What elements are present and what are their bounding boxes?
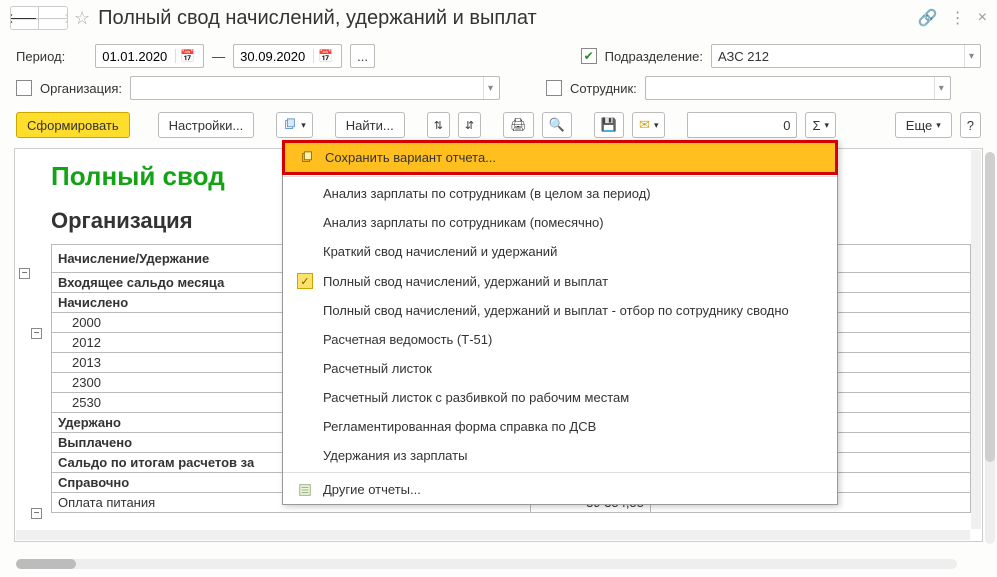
sigma-icon: Σ xyxy=(812,118,820,133)
forward-button[interactable]: 🡒 xyxy=(39,7,67,29)
sum-input[interactable]: 0 xyxy=(687,112,797,138)
preview-icon: 🔍 xyxy=(549,117,565,133)
period-picker-button[interactable]: ... xyxy=(350,44,375,68)
check-icon: ✓ xyxy=(297,273,313,289)
calendar-icon[interactable]: 📅 xyxy=(175,49,199,63)
copy-icon xyxy=(300,151,314,165)
variant-dropdown: Сохранить вариант отчета... Анализ зарпл… xyxy=(282,140,838,505)
expand-icon: ⇅ xyxy=(434,119,443,132)
employee-combo[interactable]: ▾ xyxy=(645,76,951,100)
division-combo[interactable]: АЗС 212 ▾ xyxy=(711,44,981,68)
kebab-icon[interactable]: ⋮ xyxy=(950,8,966,28)
date-from-field[interactable]: 📅 xyxy=(95,44,204,68)
calendar-icon[interactable]: 📅 xyxy=(313,49,337,63)
date-from-input[interactable] xyxy=(100,47,175,66)
scrollbar-thumb[interactable] xyxy=(16,559,76,569)
report-icon xyxy=(298,483,312,497)
menu-separator xyxy=(283,472,837,473)
menu-item-report-variant[interactable]: Полный свод начислений, удержаний и выпл… xyxy=(283,296,837,325)
menu-item-label: Расчетная ведомость (Т-51) xyxy=(323,332,823,347)
more-button[interactable]: Еще ▾ xyxy=(895,112,952,138)
email-button[interactable]: ✉ ▾ xyxy=(632,112,665,138)
menu-item-report-variant[interactable]: ✓ Полный свод начислений, удержаний и вып… xyxy=(283,266,837,296)
help-button[interactable]: ? xyxy=(960,112,981,138)
collapse-button[interactable]: ⇵ xyxy=(458,112,481,138)
menu-item-label: Регламентированная форма справка по ДСВ xyxy=(323,419,823,434)
horizontal-scrollbar[interactable] xyxy=(16,559,957,569)
filter-row-1: Период: 📅 — 📅 ... ✔ Подразделение: АЗС 2… xyxy=(0,40,997,72)
find-button[interactable]: Найти... xyxy=(335,112,405,138)
date-to-field[interactable]: 📅 xyxy=(233,44,342,68)
toolbar: Сформировать Настройки... ▾ Найти... ⇅ ⇵… xyxy=(0,108,997,142)
menu-item-report-variant[interactable]: Расчетный листок xyxy=(283,354,837,383)
menu-item-report-variant[interactable]: Анализ зарплаты по сотрудникам (в целом … xyxy=(283,179,837,208)
menu-item-report-variant[interactable]: Расчетный листок с разбивкой по рабочим … xyxy=(283,383,837,412)
close-icon[interactable]: × xyxy=(978,9,987,27)
date-to-input[interactable] xyxy=(238,47,313,66)
menu-item-save-variant[interactable]: Сохранить вариант отчета... xyxy=(282,140,838,175)
expand-button[interactable]: ⇅ xyxy=(427,112,450,138)
variant-dropdown-button[interactable]: ▾ xyxy=(276,112,313,138)
menu-item-other-reports[interactable]: Другие отчеты... xyxy=(283,475,837,504)
menu-item-report-variant[interactable]: Расчетная ведомость (Т-51) xyxy=(283,325,837,354)
org-checkbox[interactable] xyxy=(16,80,32,96)
chevron-down-icon[interactable]: ▾ xyxy=(934,77,948,99)
check-slot: ✓ xyxy=(297,273,313,289)
nav-group: 🡐 🡒 xyxy=(10,6,68,30)
date-dash: — xyxy=(212,49,225,64)
copy-icon xyxy=(283,118,297,132)
filter-row-2: Организация: ▾ Сотрудник: ▾ xyxy=(0,72,997,108)
menu-item-report-variant[interactable]: Анализ зарплаты по сотрудникам (помесячн… xyxy=(283,208,837,237)
favorite-icon[interactable]: ☆ xyxy=(74,8,90,29)
menu-item-report-variant[interactable]: Удержания из зарплаты xyxy=(283,441,837,470)
collapse-icon: ⇵ xyxy=(465,119,474,132)
menu-item-label: Расчетный листок с разбивкой по рабочим … xyxy=(323,390,823,405)
page-title: Полный свод начислений, удержаний и выпл… xyxy=(98,7,537,30)
title-actions: 🔗 ⋮ × xyxy=(918,8,987,28)
inner-hscroll[interactable] xyxy=(16,530,970,540)
generate-button[interactable]: Сформировать xyxy=(16,112,130,138)
menu-item-label: Краткий свод начислений и удержаний xyxy=(323,244,823,259)
menu-item-report-variant[interactable]: Регламентированная форма справка по ДСВ xyxy=(283,412,837,441)
inner-vscroll[interactable] xyxy=(971,150,981,529)
titlebar: 🡐 🡒 ☆ Полный свод начислений, удержаний … xyxy=(0,0,997,40)
menu-item-label: Удержания из зарплаты xyxy=(323,448,823,463)
division-label: Подразделение: xyxy=(605,49,703,64)
save-button[interactable]: 💾 xyxy=(594,112,624,138)
menu-item-label: Анализ зарплаты по сотрудникам (помесячн… xyxy=(323,215,823,230)
menu-separator xyxy=(283,176,837,177)
chevron-down-icon[interactable]: ▾ xyxy=(964,45,978,67)
scrollbar-thumb[interactable] xyxy=(985,152,995,462)
floppy-icon: 💾 xyxy=(601,117,617,133)
period-label: Период: xyxy=(16,49,65,64)
menu-item-label: Анализ зарплаты по сотрудникам (в целом … xyxy=(323,186,823,201)
link-icon[interactable]: 🔗 xyxy=(918,8,938,28)
preview-button[interactable]: 🔍 xyxy=(542,112,572,138)
menu-item-label: Полный свод начислений, удержаний и выпл… xyxy=(323,303,823,318)
menu-item-label: Полный свод начислений, удержаний и выпл… xyxy=(323,274,823,289)
print-button[interactable]: 🖨 xyxy=(503,112,534,138)
chevron-down-icon[interactable]: ▾ xyxy=(483,77,497,99)
org-label: Организация: xyxy=(40,81,122,96)
division-value: АЗС 212 xyxy=(718,49,769,64)
sigma-button[interactable]: Σ ▾ xyxy=(805,112,836,138)
menu-item-label: Расчетный листок xyxy=(323,361,823,376)
vertical-scrollbar[interactable] xyxy=(985,152,995,544)
print-icon: 🖨 xyxy=(510,117,527,133)
division-checkbox[interactable]: ✔ xyxy=(581,48,597,64)
employee-checkbox[interactable] xyxy=(546,80,562,96)
sum-value: 0 xyxy=(783,118,790,133)
mail-icon: ✉ xyxy=(639,117,650,133)
menu-item-report-variant[interactable]: Краткий свод начислений и удержаний xyxy=(283,237,837,266)
org-combo[interactable]: ▾ xyxy=(130,76,500,100)
settings-button[interactable]: Настройки... xyxy=(158,112,255,138)
menu-item-label: Другие отчеты... xyxy=(323,482,823,497)
menu-item-label: Сохранить вариант отчета... xyxy=(325,150,821,165)
employee-label: Сотрудник: xyxy=(570,81,637,96)
